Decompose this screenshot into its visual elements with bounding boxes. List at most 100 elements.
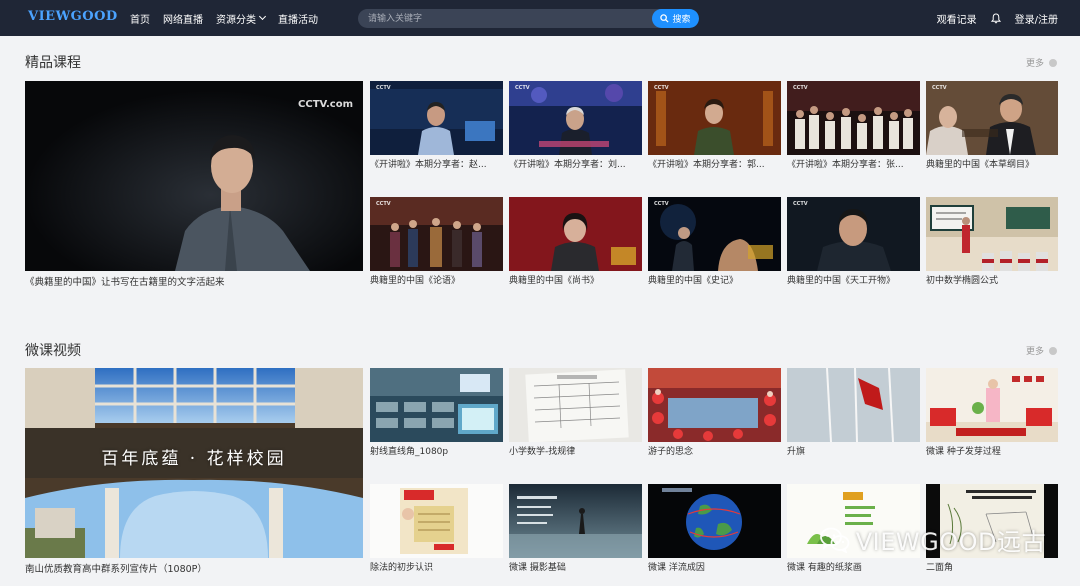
nav-home-label: 首页 xyxy=(130,14,150,26)
microlesson-thumbnail-2 xyxy=(509,368,642,442)
channel-logo: CCTV xyxy=(654,85,669,91)
course-card-3[interactable]: CCTV 《开讲啦》本期分享者：郭... xyxy=(648,81,781,171)
channel-logo: CCTV xyxy=(376,85,391,91)
course-caption-1: 《开讲啦》本期分享者：赵... xyxy=(370,160,487,170)
featured-course-thumbnail: CCTV.com xyxy=(25,81,363,271)
channel-logo: CCTV xyxy=(793,85,808,91)
microlesson-card-6[interactable]: 除法的初步认识 xyxy=(370,484,503,574)
course-thumbnail-2: CCTV xyxy=(509,81,642,155)
featured-course-card[interactable]: CCTV.com 《典籍里的中国》让书写在古籍里的文字活起来 xyxy=(25,81,363,288)
course-card-2[interactable]: CCTV 《开讲啦》本期分享者：刘... xyxy=(509,81,642,171)
course-caption-5: 典籍里的中国《本草纲目》 xyxy=(926,160,1035,170)
more-label: 更多 xyxy=(1025,347,1044,357)
search-button[interactable]: 搜索 xyxy=(652,9,699,28)
microlesson-card-10[interactable]: 二面角 xyxy=(926,484,1058,574)
microlesson-caption-10: 二面角 xyxy=(926,563,954,573)
course-thumbnail-8: CCTV xyxy=(648,197,781,271)
course-thumbnail-10 xyxy=(926,197,1058,271)
course-card-10[interactable]: 初中数学椭圆公式 xyxy=(926,197,1058,287)
bell-icon xyxy=(990,12,1001,23)
nav-home[interactable]: 首页 xyxy=(130,11,150,26)
channel-logo: CCTV xyxy=(515,85,530,91)
microlesson-thumbnail-10 xyxy=(926,484,1058,558)
microlesson-caption-3: 游子的思念 xyxy=(648,447,694,457)
section-title-micro-lessons: 微课视频 xyxy=(25,343,81,359)
microlesson-caption-8: 微课 洋流成因 xyxy=(648,563,705,573)
course-thumbnail-3: CCTV xyxy=(648,81,781,155)
microlesson-card-1[interactable]: 射线直线角_1080p xyxy=(370,368,503,458)
featured-microlesson-thumbnail: 百年底蕴 · 花样校园 xyxy=(25,368,363,558)
course-thumbnail-1: CCTV xyxy=(370,81,503,155)
channel-logo: CCTV xyxy=(932,85,947,91)
course-caption-2: 《开讲啦》本期分享者：刘... xyxy=(509,160,626,170)
course-card-6[interactable]: CCTV 典籍里的中国《论语》 xyxy=(370,197,503,287)
microlesson-caption-7: 微课 摄影基础 xyxy=(509,563,566,573)
channel-logo: CCTV xyxy=(654,201,669,207)
search-icon xyxy=(660,14,670,23)
microlesson-thumbnail-1 xyxy=(370,368,503,442)
course-thumbnail-7 xyxy=(509,197,642,271)
channel-logo: CCTV xyxy=(376,201,391,207)
microlesson-caption-1: 射线直线角_1080p xyxy=(370,447,449,457)
microlesson-caption-5: 微课 种子发芽过程 xyxy=(926,447,1001,457)
microlesson-caption-4: 升旗 xyxy=(787,447,806,457)
course-caption-8: 典籍里的中国《史记》 xyxy=(648,276,739,286)
nav-events-label: 直播活动 xyxy=(278,14,318,26)
course-thumbnail-9: CCTV xyxy=(787,197,920,271)
microlesson-thumbnail-3 xyxy=(648,368,781,442)
course-card-8[interactable]: CCTV 典籍里的中国《史记》 xyxy=(648,197,781,287)
course-card-1[interactable]: CCTV 《开讲啦》本期分享者：赵... xyxy=(370,81,503,171)
chevron-down-icon xyxy=(258,12,267,21)
nav-categories[interactable]: 资源分类 xyxy=(216,11,267,26)
notifications-button[interactable] xyxy=(990,12,1001,24)
main-nav: 首页 网络直播 资源分类 直播活动 xyxy=(130,0,331,36)
microlesson-card-7[interactable]: 微课 摄影基础 xyxy=(509,484,642,574)
featured-microlesson-overlay-text: 百年底蕴 · 花样校园 xyxy=(101,449,287,469)
search-button-label: 搜索 xyxy=(672,15,691,25)
course-caption-10: 初中数学椭圆公式 xyxy=(926,276,999,286)
course-thumbnail-5: CCTV xyxy=(926,81,1058,155)
course-card-7[interactable]: 典籍里的中国《尚书》 xyxy=(509,197,642,287)
course-caption-3: 《开讲啦》本期分享者：郭... xyxy=(648,160,765,170)
course-thumbnail-4: CCTV xyxy=(787,81,920,155)
microlesson-thumbnail-4 xyxy=(787,368,920,442)
microlesson-card-8[interactable]: 微课 洋流成因 xyxy=(648,484,781,574)
microlesson-caption-2: 小学数学-找规律 xyxy=(509,447,576,457)
search-input[interactable] xyxy=(358,9,652,28)
microlesson-card-9[interactable]: 微课 有趣的纸浆画 xyxy=(787,484,920,574)
more-dot-icon xyxy=(1049,58,1057,67)
search-bar: 搜索 xyxy=(358,9,699,28)
course-card-9[interactable]: CCTV 典籍里的中国《天工开物》 xyxy=(787,197,920,287)
microlesson-card-2[interactable]: 小学数学-找规律 xyxy=(509,368,642,458)
course-card-5[interactable]: CCTV 典籍里的中国《本草纲目》 xyxy=(926,81,1058,171)
login-register-link[interactable]: 登录/注册 xyxy=(1015,11,1058,26)
watch-history-link[interactable]: 观看记录 xyxy=(937,11,977,26)
more-link-micro-lessons[interactable]: 更多 xyxy=(1026,344,1057,357)
more-dot-icon xyxy=(1049,346,1057,355)
nav-categories-label: 资源分类 xyxy=(216,14,256,26)
featured-microlesson-card[interactable]: 百年底蕴 · 花样校园 南山优质教育高中群系列宣传片（1080P） xyxy=(25,368,363,576)
microlesson-card-4[interactable]: 升旗 xyxy=(787,368,920,458)
nav-live[interactable]: 网络直播 xyxy=(163,11,203,26)
microlesson-thumbnail-9 xyxy=(787,484,920,558)
nav-events[interactable]: 直播活动 xyxy=(278,11,318,26)
nav-live-label: 网络直播 xyxy=(163,14,203,26)
microlesson-card-3[interactable]: 游子的思念 xyxy=(648,368,781,458)
course-caption-6: 典籍里的中国《论语》 xyxy=(370,276,461,286)
course-thumbnail-6: CCTV xyxy=(370,197,503,271)
featured-microlesson-caption: 南山优质教育高中群系列宣传片（1080P） xyxy=(25,564,207,575)
course-card-4[interactable]: CCTV 《开讲啦》本期分享者：张... xyxy=(787,81,920,171)
course-caption-4: 《开讲啦》本期分享者：张... xyxy=(787,160,904,170)
microlesson-card-5[interactable]: 微课 种子发芽过程 xyxy=(926,368,1058,458)
site-logo[interactable]: VIEWGOOD xyxy=(28,9,118,24)
top-navbar: VIEWGOOD 首页 网络直播 资源分类 直播活动 搜索 观看记录 登录/注册 xyxy=(0,0,1080,36)
microlesson-thumbnail-7 xyxy=(509,484,642,558)
more-link-premium-courses[interactable]: 更多 xyxy=(1026,56,1057,69)
featured-course-caption: 《典籍里的中国》让书写在古籍里的文字活起来 xyxy=(25,277,225,288)
course-caption-9: 典籍里的中国《天工开物》 xyxy=(787,276,896,286)
course-caption-7: 典籍里的中国《尚书》 xyxy=(509,276,600,286)
microlesson-caption-6: 除法的初步认识 xyxy=(370,563,434,573)
microlesson-thumbnail-8 xyxy=(648,484,781,558)
channel-logo: CCTV xyxy=(793,201,808,207)
microlesson-thumbnail-6 xyxy=(370,484,503,558)
